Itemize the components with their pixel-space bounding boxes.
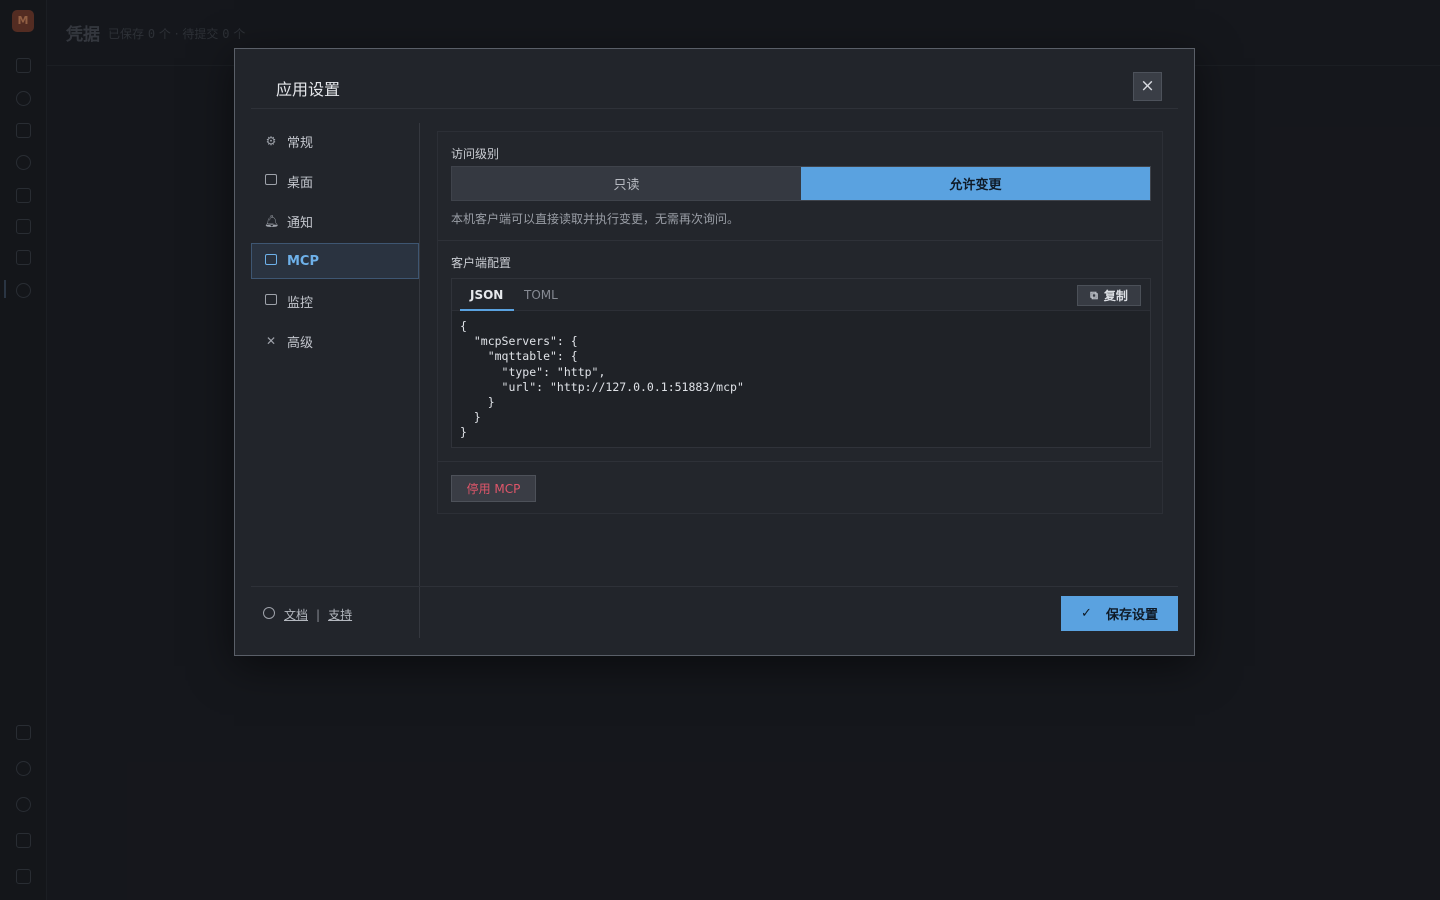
settings-dialog: 应用设置 × ⚙ 常规 桌面 🔔︎ 通知 MCP 监控 ✕ 高级 访问级别 只读… [234,48,1195,656]
settings-nav: ⚙ 常规 桌面 🔔︎ 通知 MCP 监控 ✕ 高级 [251,123,419,363]
config-code[interactable]: { "mcpServers": { "mqttable": { "type": … [460,319,744,441]
close-icon: × [1140,76,1155,96]
globe-icon [263,607,275,622]
access-level-toggle: 只读 允许变更 [451,166,1151,201]
link-separator: | [316,607,321,622]
tab-toml[interactable]: TOML [524,288,558,302]
allow-changes-option[interactable]: 允许变更 [801,167,1150,200]
nav-item-label: 监控 [287,295,314,311]
tools-icon: ✕ [265,334,277,348]
gear-icon: ⚙ [265,134,277,148]
copy-button[interactable]: ⧉ 复制 [1077,285,1141,306]
access-level-label: 访问级别 [451,147,500,161]
support-link[interactable]: 支持 [328,606,352,623]
nav-item-advanced[interactable]: ✕ 高级 [251,323,419,359]
nav-item-label: 高级 [287,335,314,351]
docs-link[interactable]: 文档 [284,606,308,623]
mcp-settings-panel: 访问级别 只读 允许变更 本机客户端可以直接读取并执行变更，无需再次询问。 客户… [437,131,1163,514]
active-tab-indicator [460,309,514,311]
config-format-tabs: JSON TOML ⧉ 复制 [452,279,1150,311]
nav-item-label: 通知 [287,215,314,231]
nav-item-label: 常规 [287,135,314,151]
copy-label: 复制 [1103,289,1128,303]
divider [438,461,1162,462]
close-button[interactable]: × [1133,72,1162,101]
nav-item-desktop[interactable]: 桌面 [251,163,419,199]
chart-icon [264,294,278,308]
dialog-header: 应用设置 × [251,49,1178,109]
nav-item-label: 桌面 [287,175,314,191]
footer-divider [251,586,1178,587]
bell-icon: 🔔︎ [264,214,280,228]
client-config-label: 客户端配置 [451,256,512,270]
dialog-title: 应用设置 [276,80,341,99]
check-icon: ✓ [1081,606,1092,621]
disable-mcp-button[interactable]: 停用 MCP [451,475,536,502]
tab-json[interactable]: JSON [470,288,503,302]
copy-icon: ⧉ [1090,288,1098,302]
monitor-icon [264,174,278,188]
footer-links: 文档 | 支持 [263,606,352,623]
save-settings-button[interactable]: ✓ 保存设置 [1061,596,1178,631]
nav-item-notifications[interactable]: 🔔︎ 通知 [251,203,419,239]
nav-item-label: MCP [287,253,320,269]
nav-divider [419,123,420,638]
divider [438,240,1162,241]
nav-item-general[interactable]: ⚙ 常规 [251,123,419,159]
nav-item-monitoring[interactable]: 监控 [251,283,419,319]
save-label: 保存设置 [1105,608,1158,623]
nav-item-mcp[interactable]: MCP [251,243,419,279]
access-level-help: 本机客户端可以直接读取并执行变更，无需再次询问。 [451,212,740,226]
read-only-option[interactable]: 只读 [452,167,801,200]
client-config-box: JSON TOML ⧉ 复制 { "mcpServers": { "mqttab… [451,278,1151,448]
terminal-icon [264,254,278,268]
